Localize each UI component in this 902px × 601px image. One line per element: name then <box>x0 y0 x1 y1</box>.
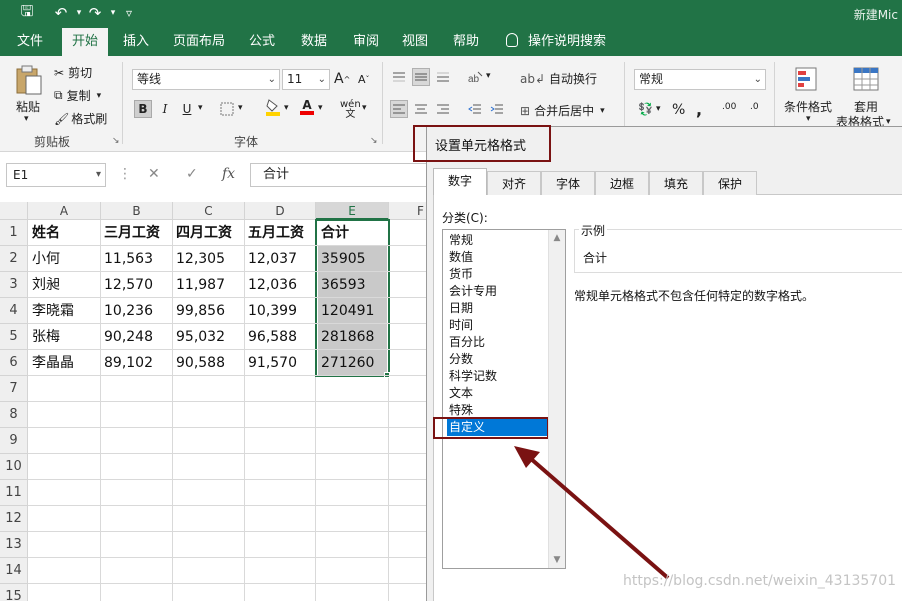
watermark: https://blog.csdn.net/weixin_43135701 <box>623 573 897 589</box>
arrow-shaft <box>528 456 670 580</box>
annotation-arrow <box>514 446 670 580</box>
